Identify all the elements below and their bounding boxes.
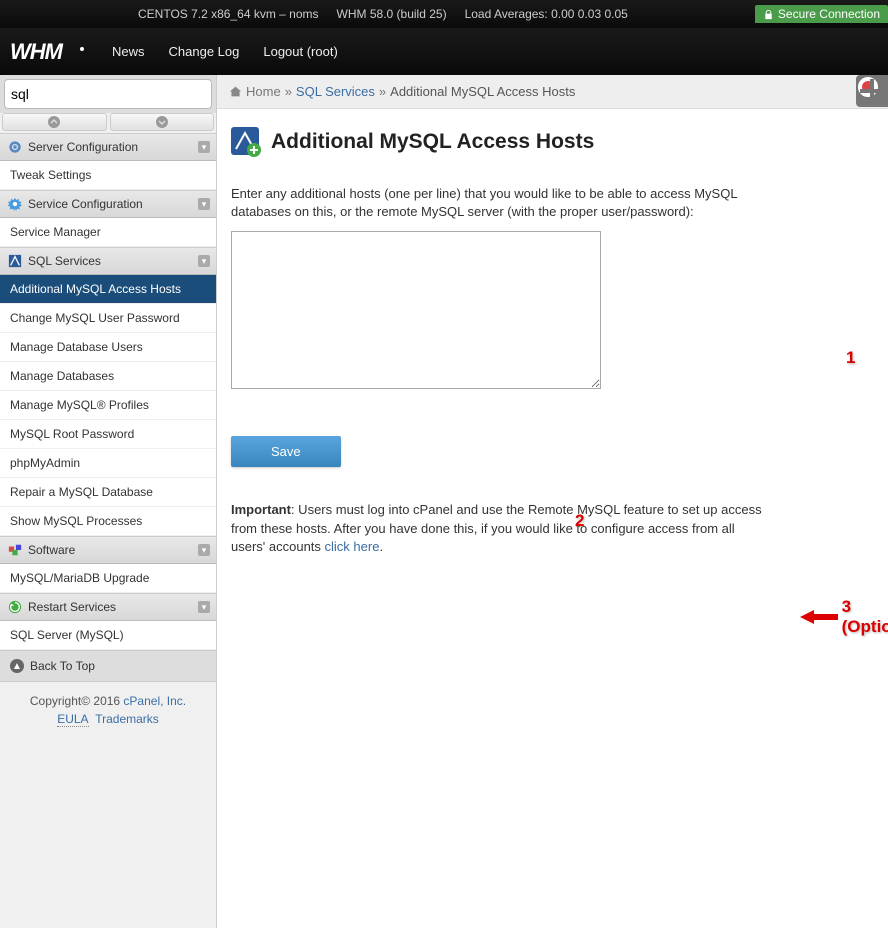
nav-up-button[interactable]	[2, 113, 107, 131]
search-wrap	[0, 75, 216, 113]
search-input[interactable]	[4, 79, 212, 109]
page-title: Additional MySQL Access Hosts	[271, 130, 594, 154]
main-nav-bar: WHM News Change Log Logout (root)	[0, 28, 888, 75]
sidebar-item-additional-mysql-hosts[interactable]: Additional MySQL Access Hosts	[0, 275, 216, 304]
copyright-footer: Copyright© 2016 cPanel, Inc. EULA Tradem…	[0, 682, 216, 738]
breadcrumb-current: Additional MySQL Access Hosts	[390, 84, 575, 99]
sidebar-item-repair-mysql-db[interactable]: Repair a MySQL Database	[0, 478, 216, 507]
cpanel-link[interactable]: cPanel, Inc.	[123, 694, 186, 708]
category-server-config[interactable]: Server Configuration ▾	[0, 133, 216, 161]
nav-logout[interactable]: Logout (root)	[263, 44, 337, 59]
sidebar-item-service-manager[interactable]: Service Manager	[0, 218, 216, 247]
chevron-down-icon	[156, 116, 168, 128]
sidebar-item-mysql-root-password[interactable]: MySQL Root Password	[0, 420, 216, 449]
breadcrumb-home[interactable]: Home	[246, 84, 281, 99]
gear-icon	[8, 140, 22, 154]
sidebar-item-show-mysql-processes[interactable]: Show MySQL Processes	[0, 507, 216, 536]
category-service-config[interactable]: Service Configuration ▾	[0, 190, 216, 218]
chevron-down-icon: ▾	[198, 198, 210, 210]
home-icon	[229, 85, 242, 98]
category-software[interactable]: Software ▾	[0, 536, 216, 564]
load-averages: Load Averages: 0.00 0.03 0.05	[465, 7, 628, 21]
top-status-bar: CENTOS 7.2 x86_64 kvm – noms WHM 58.0 (b…	[0, 0, 888, 28]
lifering-icon	[858, 77, 878, 97]
secure-connection-badge: Secure Connection	[755, 5, 888, 23]
save-button[interactable]: Save	[231, 436, 341, 467]
breadcrumb-sql-services[interactable]: SQL Services	[296, 84, 375, 99]
chevron-down-icon: ▾	[198, 141, 210, 153]
hosts-textarea[interactable]	[231, 231, 601, 389]
whm-logo[interactable]: WHM	[10, 40, 88, 64]
page-title-icon	[231, 127, 261, 157]
arrow-up-icon: ▲	[10, 659, 24, 673]
form-description: Enter any additional hosts (one per line…	[231, 185, 771, 221]
sidebar-item-change-mysql-password[interactable]: Change MySQL User Password	[0, 304, 216, 333]
chevron-down-icon: ▾	[198, 544, 210, 556]
annotation-1: 1	[846, 348, 855, 368]
os-info: CENTOS 7.2 x86_64 kvm – noms	[138, 7, 319, 21]
click-here-link[interactable]: click here	[325, 539, 380, 554]
sidebar-item-tweak-settings[interactable]: Tweak Settings	[0, 161, 216, 190]
important-note: Important: Users must log into cPanel an…	[231, 501, 771, 556]
category-restart-services[interactable]: Restart Services ▾	[0, 593, 216, 621]
sidebar-item-mysql-mariadb-upgrade[interactable]: MySQL/MariaDB Upgrade	[0, 564, 216, 593]
chevron-down-icon: ▾	[198, 601, 210, 613]
main-content: Home » SQL Services » Additional MySQL A…	[217, 75, 888, 928]
database-icon	[8, 254, 22, 268]
nav-news[interactable]: News	[112, 44, 145, 59]
trademarks-link[interactable]: Trademarks	[95, 712, 159, 726]
annotation-3: 3 (Optional)	[800, 597, 888, 637]
nav-changelog[interactable]: Change Log	[169, 44, 240, 59]
sidebar-item-manage-db-users[interactable]: Manage Database Users	[0, 333, 216, 362]
restart-icon	[8, 600, 22, 614]
annotation-2: 2	[575, 511, 584, 531]
svg-text:WHM: WHM	[10, 40, 64, 64]
eula-link[interactable]: EULA	[57, 712, 88, 727]
sidebar: Server Configuration ▾ Tweak Settings Se…	[0, 75, 217, 928]
sidebar-item-sql-server-mysql[interactable]: SQL Server (MySQL)	[0, 621, 216, 650]
chevron-up-icon	[48, 116, 60, 128]
sidebar-item-manage-mysql-profiles[interactable]: Manage MySQL® Profiles	[0, 391, 216, 420]
help-button[interactable]	[856, 75, 888, 107]
nav-arrows	[0, 113, 216, 133]
sidebar-item-manage-databases[interactable]: Manage Databases	[0, 362, 216, 391]
lock-icon	[763, 9, 774, 20]
sidebar-item-phpmyadmin[interactable]: phpMyAdmin	[0, 449, 216, 478]
back-to-top-button[interactable]: ▲ Back To Top	[0, 650, 216, 682]
arrow-left-icon	[800, 610, 838, 624]
chevron-down-icon: ▾	[198, 255, 210, 267]
whm-version: WHM 58.0 (build 25)	[337, 7, 447, 21]
breadcrumb: Home » SQL Services » Additional MySQL A…	[217, 75, 888, 109]
gear-icon	[8, 197, 22, 211]
software-icon	[8, 543, 22, 557]
nav-down-button[interactable]	[110, 113, 215, 131]
category-sql-services[interactable]: SQL Services ▾	[0, 247, 216, 275]
